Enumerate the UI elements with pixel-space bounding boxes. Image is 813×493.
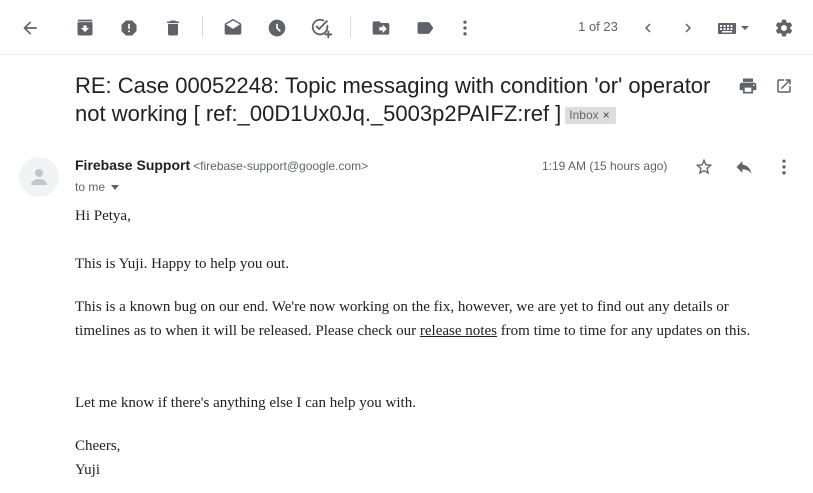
toolbar-divider (350, 16, 351, 38)
body-greeting: Hi Petya, (75, 208, 131, 224)
message-timestamp: 1:19 AM (15 hours ago) (542, 159, 668, 173)
inbox-label-chip[interactable]: Inbox × (565, 107, 616, 124)
archive-icon[interactable] (69, 12, 101, 44)
star-icon[interactable] (689, 152, 719, 182)
toolbar: 1 of 23 (0, 0, 813, 55)
report-spam-icon[interactable] (113, 12, 145, 44)
body-paragraph-1: This is Yuji. Happy to help you out. (75, 256, 290, 272)
chevron-down-icon[interactable] (111, 179, 120, 193)
body-signoff: Cheers, (75, 438, 121, 454)
more-vert-icon[interactable] (769, 152, 799, 182)
recipient-details[interactable]: to me (75, 179, 120, 194)
pager-count: 1 of 23 (578, 19, 618, 34)
open-new-window-icon[interactable] (768, 70, 800, 102)
recipient-text: to me (75, 180, 106, 194)
sender-name[interactable]: Firebase Support (75, 157, 190, 173)
body-paragraph-2: This is a known bug on our end. We're no… (75, 295, 775, 343)
avatar[interactable] (19, 157, 59, 197)
reply-icon[interactable] (729, 152, 759, 182)
mark-unread-icon[interactable] (217, 12, 249, 44)
body-paragraph-2-end: from time to time for any updates on thi… (496, 323, 751, 339)
toolbar-divider (202, 16, 203, 38)
prev-icon[interactable] (632, 12, 664, 44)
move-to-icon[interactable] (365, 12, 397, 44)
inbox-label-text: Inbox (569, 108, 599, 122)
body-signature: Yuji (75, 462, 101, 478)
subject-line-1: RE: Case 00052248: Topic messaging with … (75, 73, 711, 98)
release-notes-link[interactable]: release notes (420, 323, 497, 339)
print-icon[interactable] (732, 70, 764, 102)
body-paragraph-3: Let me know if there's anything else I c… (75, 395, 416, 411)
input-tools-icon[interactable] (714, 12, 754, 44)
sender-email: <firebase-support@google.com> (193, 159, 369, 173)
remove-label-icon[interactable]: × (603, 108, 610, 122)
snooze-icon[interactable] (261, 12, 293, 44)
email-subject: RE: Case 00052248: Topic messaging with … (75, 72, 725, 128)
more-vert-icon[interactable] (449, 12, 481, 44)
add-task-icon[interactable] (305, 12, 337, 44)
back-arrow-icon[interactable] (14, 12, 46, 44)
sender: Firebase Support <firebase-support@google… (75, 157, 368, 173)
settings-icon[interactable] (768, 12, 800, 44)
delete-icon[interactable] (157, 12, 189, 44)
person-icon (31, 169, 47, 185)
next-icon[interactable] (672, 12, 704, 44)
labels-icon[interactable] (409, 12, 441, 44)
subject-line-2: not working [ ref:_00D1Ux0Jq._5003p2PAIF… (75, 101, 562, 126)
